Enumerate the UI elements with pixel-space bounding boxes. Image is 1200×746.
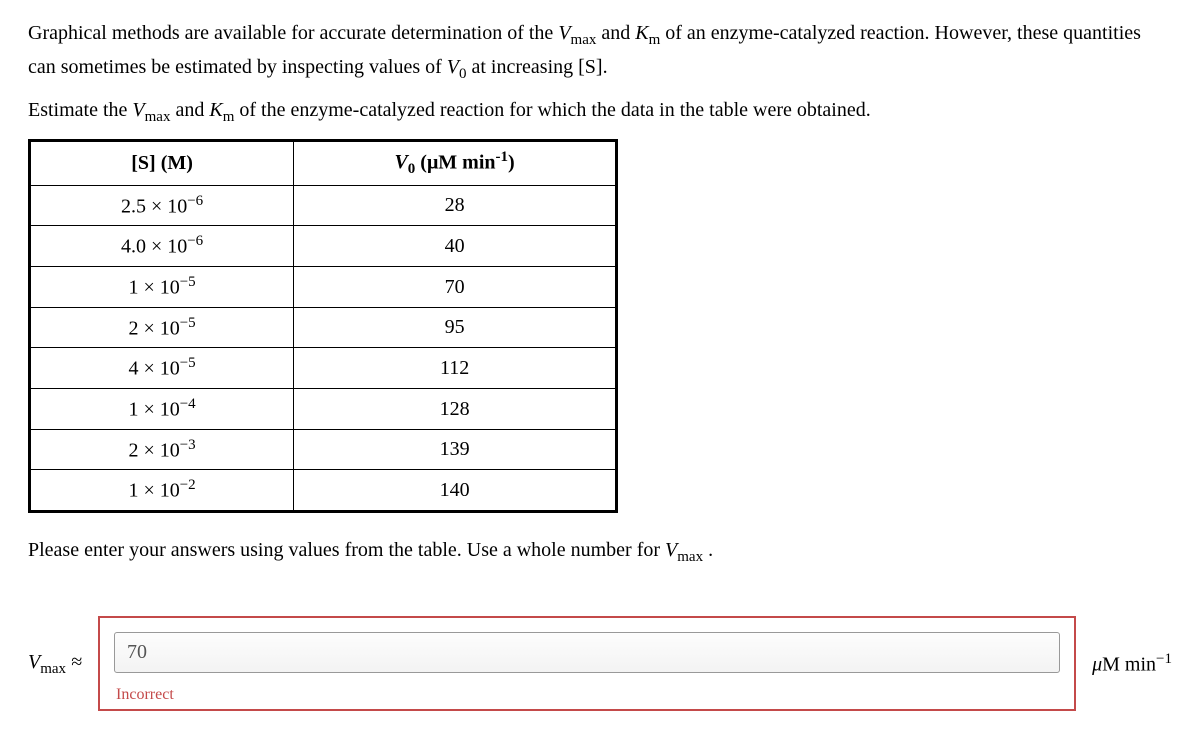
vmax-symbol: V — [132, 99, 144, 121]
table-header-row: [S] (M) V0 (μM min-1) — [30, 140, 617, 185]
table-body: 2.5 × 10−6 28 4.0 × 10−6 40 1 × 10−5 70 … — [30, 185, 617, 511]
text: Estimate the — [28, 99, 132, 121]
text: Graphical methods are available for accu… — [28, 22, 558, 44]
table-row: 2 × 10−3 139 — [30, 429, 617, 470]
table-row: 4 × 10−5 112 — [30, 348, 617, 389]
cell-v: 140 — [294, 470, 617, 512]
table-row: 1 × 10−2 140 — [30, 470, 617, 512]
text: at increasing [S]. — [467, 56, 608, 78]
intro-paragraph-2: Estimate the Vmax and Km of the enzyme-c… — [28, 95, 1172, 129]
v0-sub: 0 — [459, 66, 467, 82]
vmax-sub: max — [677, 549, 703, 565]
intro-paragraph-1: Graphical methods are available for accu… — [28, 18, 1172, 85]
cell-s: 2.5 × 10−6 — [30, 185, 294, 226]
cell-v: 128 — [294, 388, 617, 429]
table-row: 2 × 10−5 95 — [30, 307, 617, 348]
cell-s: 2 × 10−3 — [30, 429, 294, 470]
table-row: 1 × 10−5 70 — [30, 266, 617, 307]
kinetics-table: [S] (M) V0 (μM min-1) 2.5 × 10−6 28 4.0 … — [28, 139, 618, 513]
table-row: 2.5 × 10−6 28 — [30, 185, 617, 226]
v0-symbol: V — [447, 56, 459, 78]
header-s: [S] (M) — [30, 140, 294, 185]
km-symbol: K — [209, 99, 222, 121]
vmax-input[interactable] — [114, 632, 1060, 673]
vmax-sub: max — [571, 32, 597, 48]
km-symbol: K — [635, 22, 648, 44]
cell-s: 2 × 10−5 — [30, 307, 294, 348]
vmax-answer-row: Vmax ≈ Incorrect μM min−1 — [28, 616, 1172, 711]
cell-s: 4 × 10−5 — [30, 348, 294, 389]
cell-v: 139 — [294, 429, 617, 470]
vmax-sub: max — [145, 109, 171, 125]
cell-v: 40 — [294, 226, 617, 267]
unit-label: μM min−1 — [1092, 648, 1172, 680]
cell-v: 28 — [294, 185, 617, 226]
header-v0: V0 (μM min-1) — [294, 140, 617, 185]
cell-s: 1 × 10−4 — [30, 388, 294, 429]
vmax-symbol: V — [665, 539, 677, 561]
cell-v: 70 — [294, 266, 617, 307]
text: and — [596, 22, 635, 44]
cell-s: 1 × 10−2 — [30, 470, 294, 512]
cell-v: 112 — [294, 348, 617, 389]
answer-box: Incorrect — [98, 616, 1076, 711]
vmax-symbol: V — [558, 22, 570, 44]
table-row: 1 × 10−4 128 — [30, 388, 617, 429]
km-sub: m — [649, 32, 661, 48]
cell-s: 1 × 10−5 — [30, 266, 294, 307]
instruction-paragraph: Please enter your answers using values f… — [28, 535, 1172, 569]
incorrect-label: Incorrect — [114, 683, 1060, 707]
text: and — [170, 99, 209, 121]
vmax-label: Vmax ≈ — [28, 647, 82, 681]
cell-v: 95 — [294, 307, 617, 348]
text: . — [703, 539, 713, 561]
text: of the enzyme-catalyzed reaction for whi… — [234, 99, 870, 121]
km-sub: m — [223, 109, 235, 125]
cell-s: 4.0 × 10−6 — [30, 226, 294, 267]
text: Please enter your answers using values f… — [28, 539, 665, 561]
table-row: 4.0 × 10−6 40 — [30, 226, 617, 267]
